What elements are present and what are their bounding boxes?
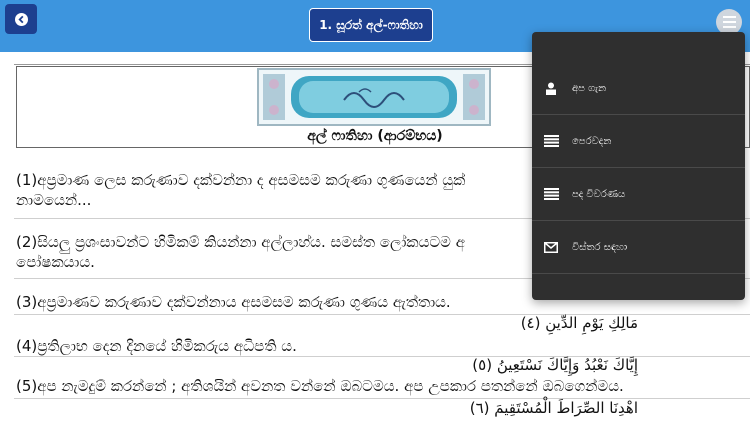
verse-5: (5)අප නැමදුම් කරන්නේ ; අතිශයින් අවනත වන්… xyxy=(16,376,750,396)
hamburger-icon xyxy=(722,16,736,18)
menu-item-about-us[interactable]: අප ගැන xyxy=(532,62,745,114)
menu-item-label: පද විවරණය xyxy=(572,188,626,200)
back-button[interactable] xyxy=(5,4,37,34)
chapter-title-button[interactable]: 1. සූරත් අල්-ෆාතිහා xyxy=(309,8,433,42)
divider xyxy=(14,314,750,315)
menu-item-label: විස්තර සඳහා xyxy=(572,241,628,253)
overflow-menu: අප ගැන පෙරවදන පද විවරණය විස්තර සඳහා xyxy=(532,32,745,300)
list-icon xyxy=(542,187,560,201)
list-icon xyxy=(542,134,560,148)
menu-item-label: පෙරවදන xyxy=(572,135,612,147)
divider xyxy=(14,356,750,357)
surah-banner-image xyxy=(257,68,491,126)
verse-text: (5)අප නැමදුම් කරන්නේ ; අතිශයින් අවනත වන්… xyxy=(16,377,624,395)
arabic-verse-4: مَالِكِ يَوْمِ الدِّينِ (٤) xyxy=(520,314,638,332)
arabic-verse-6: اهْدِنَا الصِّرَاطَ الْمُسْتَقِيمَ (٦) xyxy=(469,399,638,417)
menu-item-label: අප ගැන xyxy=(572,82,607,94)
menu-item-preface[interactable]: පෙරවදන xyxy=(532,115,745,167)
verse-text: (4)ප්‍රතිලාභ දෙන දිනයේ හිමිකරුය අධිපති ය… xyxy=(16,337,297,355)
menu-item-word-explanation[interactable]: පද විවරණය xyxy=(532,168,745,220)
menu-item-details[interactable]: විස්තර සඳහා xyxy=(532,221,745,273)
divider xyxy=(14,398,750,399)
back-arrow-icon xyxy=(14,12,28,26)
arabic-verse-5: إِيَّاكَ نَعْبُدُ وَإِيَّاكَ نَسْتَعِينُ… xyxy=(472,356,638,374)
divider xyxy=(532,273,745,274)
user-icon xyxy=(542,81,560,95)
envelope-icon xyxy=(542,240,560,254)
verse-4: (4)ප්‍රතිලාභ දෙන දිනයේ හිමිකරුය අධිපති ය… xyxy=(16,336,750,356)
